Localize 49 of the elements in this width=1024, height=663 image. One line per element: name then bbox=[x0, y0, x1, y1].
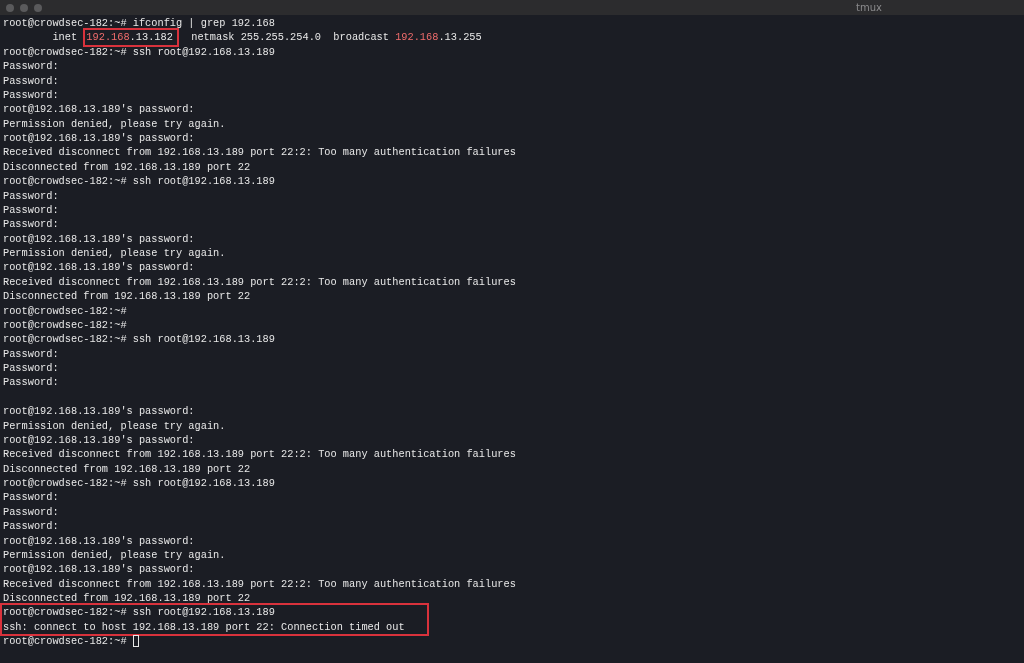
terminal-line: Disconnected from 192.168.13.189 port 22 bbox=[3, 289, 252, 304]
terminal-line: Received disconnect from 192.168.13.189 port 22:2: Too many authentication failures bbox=[3, 576, 517, 591]
terminal-line: Permission denied, please try again. bbox=[3, 116, 227, 131]
terminal-line: Permission denied, please try again. bbox=[3, 246, 227, 261]
terminal-line: Password: bbox=[3, 490, 60, 505]
terminal-text: netmask 255.255.254.0 broadcast bbox=[190, 30, 390, 45]
terminal-line: root@192.168.13.189's password: bbox=[3, 131, 196, 146]
terminal-line: Disconnected from 192.168.13.189 port 22 bbox=[3, 159, 252, 175]
terminal-line: Password: bbox=[3, 375, 60, 390]
terminal-line: root@192.168.13.189's password: bbox=[3, 231, 196, 246]
terminal-line: Password: bbox=[3, 361, 60, 376]
terminal-line: root@crowdsec-182:~# ssh root@192.168.13.189 bbox=[3, 44, 276, 60]
terminal-line: root@crowdsec-182:~# ssh root@192.168.13.189 bbox=[3, 332, 276, 347]
terminal-line: Password: bbox=[3, 59, 60, 74]
terminal-line: root@crowdsec-182:~# bbox=[3, 303, 128, 318]
terminal-line: root@crowdsec-182:~# ssh root@192.168.13.189 bbox=[3, 605, 276, 620]
terminal-text: .13.182 bbox=[129, 31, 173, 44]
terminal-line: root@crowdsec-182:~# ssh root@192.168.13.189 bbox=[3, 476, 276, 491]
terminal-line: root@crowdsec-182:~# bbox=[3, 634, 128, 649]
terminal-text: 192.168 bbox=[86, 31, 130, 44]
terminal-line: Permission denied, please try again. bbox=[3, 547, 227, 563]
terminal-line: root@192.168.13.189's password: bbox=[3, 404, 196, 419]
terminal-line: root@crowdsec-182:~# ifconfig | grep 192.168 bbox=[3, 16, 276, 31]
terminal-line: root@192.168.13.189's password: bbox=[3, 533, 196, 548]
terminal-line: Received disconnect from 192.168.13.189 port 22:2: Too many authentication failures bbox=[3, 274, 517, 290]
terminal-line: Password: bbox=[3, 73, 60, 88]
terminal-text: 192.168 bbox=[395, 30, 439, 45]
terminal-line: Disconnected from 192.168.13.189 port 22 bbox=[3, 591, 252, 606]
terminal-text: .13.255 bbox=[438, 30, 482, 45]
terminal-line: root@192.168.13.189's password: bbox=[3, 102, 196, 117]
terminal-line: Password: bbox=[3, 504, 60, 520]
terminal-line: Password: bbox=[3, 188, 60, 203]
terminal-line: ssh: connect to host 192.168.13.189 port 22: Connection timed out bbox=[3, 619, 405, 635]
terminal-line: Disconnected from 192.168.13.189 port 22 bbox=[3, 461, 252, 476]
terminal-line: Received disconnect from 192.168.13.189 port 22:2: Too many authentication failures bbox=[3, 145, 517, 160]
terminal-line: Received disconnect from 192.168.13.189 port 22:2: Too many authentication failures bbox=[3, 447, 517, 462]
terminal-line: root@crowdsec-182:~# bbox=[3, 317, 128, 333]
terminal-line: root@192.168.13.189's password: bbox=[3, 260, 196, 275]
window-title: tmux bbox=[856, 2, 882, 13]
terminal-line: Password: bbox=[3, 87, 60, 103]
terminal-line: Password: bbox=[3, 346, 60, 361]
terminal-text: inet bbox=[51, 30, 79, 45]
terminal-line: Password: bbox=[3, 519, 60, 534]
terminal-line: root@192.168.13.189's password: bbox=[3, 432, 196, 448]
terminal-line: root@crowdsec-182:~# ssh root@192.168.13.189 bbox=[3, 174, 276, 189]
terminal-line: Permission denied, please try again. bbox=[3, 418, 227, 433]
terminal-line: Password: bbox=[3, 202, 60, 218]
terminal-line: Password: bbox=[3, 217, 60, 232]
terminal-line: root@192.168.13.189's password: bbox=[3, 562, 196, 577]
